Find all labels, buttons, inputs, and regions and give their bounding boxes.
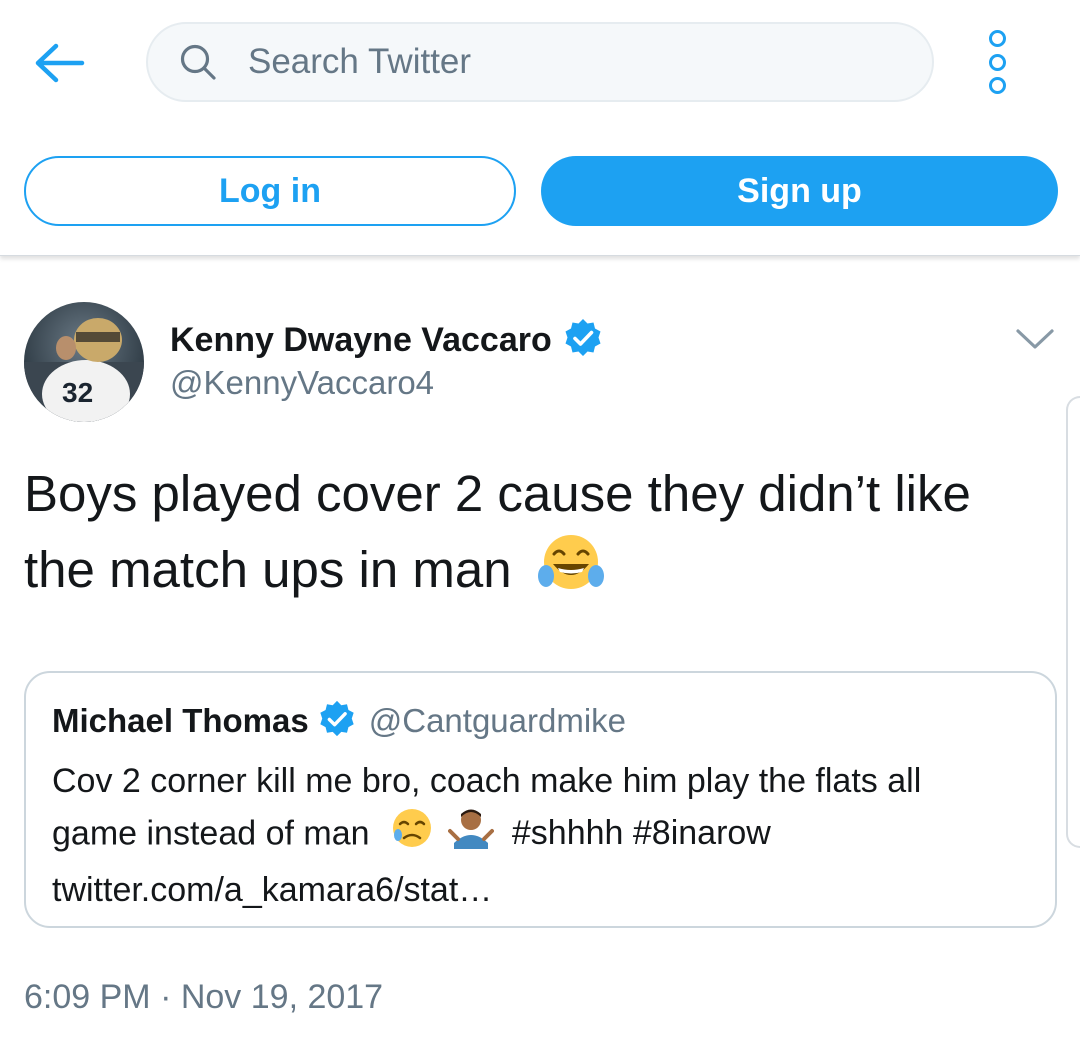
quoted-tweet-header: Michael Thomas @Cantguardmike [52, 699, 627, 744]
arrow-left-icon [35, 43, 85, 83]
top-bar: Log in Sign up [0, 0, 1080, 256]
tweet-text-line: Boys played cover 2 cause they didn’t li… [24, 465, 971, 522]
verified-badge-icon [562, 317, 604, 364]
quoted-author-handle: @Cantguardmike [368, 702, 627, 739]
avatar-jersey-number: 32 [62, 377, 93, 408]
tweet-timestamp[interactable]: 6:09 PM · Nov 19, 2017 [24, 978, 383, 1017]
more-options-button[interactable] [982, 30, 1012, 94]
quoted-text-line: game instead of man #shhhh #8inarow [52, 807, 1042, 864]
more-vertical-icon [988, 30, 1006, 47]
tweet-text: Boys played cover 2 cause they didn’t li… [24, 456, 1044, 615]
quoted-author-name: Michael Thomas [52, 702, 309, 739]
avatar[interactable]: 32 [24, 302, 144, 422]
author-name: Kenny Dwayne Vaccaro [170, 320, 552, 359]
more-vertical-icon-dot [988, 77, 1006, 94]
more-vertical-icon-dot [988, 53, 1006, 71]
sad-face-emoji [389, 807, 435, 864]
author-handle[interactable]: @KennyVaccaro4 [170, 364, 434, 402]
search-icon [180, 44, 216, 80]
tweet-author[interactable]: Kenny Dwayne Vaccaro [170, 318, 604, 362]
login-button[interactable]: Log in [24, 156, 516, 226]
back-button[interactable] [32, 38, 88, 88]
tweet-text-line: the match ups in man [24, 541, 512, 598]
signup-button[interactable]: Sign up [541, 156, 1058, 226]
quoted-text-prefix: game instead of man [52, 814, 370, 853]
search-bar[interactable] [146, 22, 934, 102]
quoted-text-line: Cov 2 corner kill me bro, coach make him… [52, 762, 922, 800]
face-with-tears-of-joy-emoji [537, 532, 604, 615]
quoted-tweet[interactable]: Michael Thomas @Cantguardmike Cov 2 corn… [24, 671, 1057, 928]
quoted-link[interactable]: twitter.com/a_kamara6/stat… [52, 864, 1042, 916]
search-input[interactable] [246, 41, 870, 83]
quoted-hashtags[interactable]: #shhhh #8inarow [512, 814, 771, 852]
person-shrugging-emoji [448, 807, 495, 864]
avatar-photo: 32 [24, 302, 144, 422]
verified-badge-icon [317, 699, 357, 744]
quoted-tweet-text: Cov 2 corner kill me bro, coach make him… [52, 755, 1042, 916]
tweet-options-button[interactable] [1012, 322, 1058, 356]
chevron-down-icon [1016, 329, 1054, 349]
scroll-edge-indicator [1066, 396, 1080, 848]
